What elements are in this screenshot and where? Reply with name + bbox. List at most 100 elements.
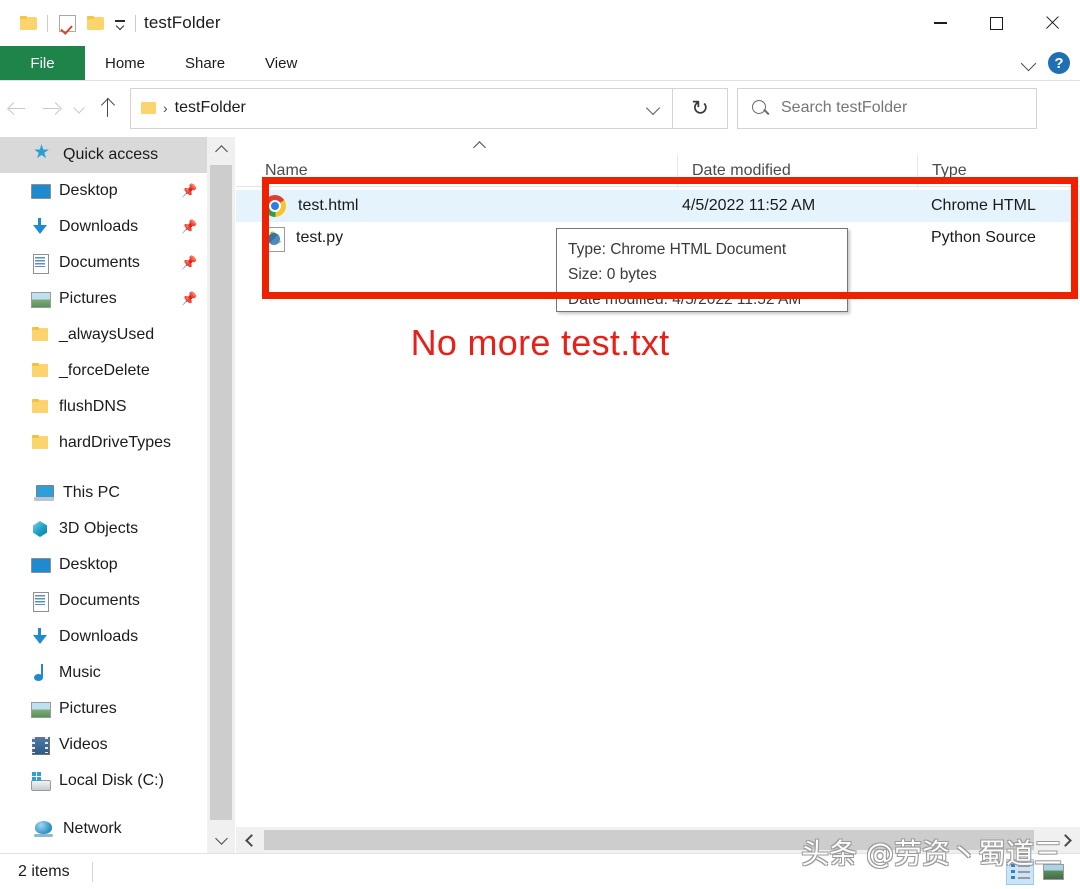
column-header-date-modified[interactable]: Date modified: [677, 154, 917, 187]
download-icon: [30, 217, 50, 237]
sidebar-item-pc-desktop[interactable]: Desktop: [0, 547, 207, 583]
sidebar-item-this-pc[interactable]: This PC: [0, 475, 207, 511]
sidebar-item-pc-documents[interactable]: Documents: [0, 583, 207, 619]
item-count-label: 2 items: [18, 862, 70, 880]
download-icon: [30, 627, 50, 647]
properties-checkbox-icon[interactable]: [53, 9, 81, 37]
pin-icon[interactable]: 📌: [181, 220, 197, 233]
chrome-icon: [264, 195, 286, 217]
sidebar-item-flushdns[interactable]: flushDNS: [0, 389, 207, 425]
sidebar-item-label: Quick access: [63, 146, 159, 163]
address-dropdown-chevron-down-icon[interactable]: [640, 93, 666, 123]
tooltip-date-line: Date modified: 4/5/2022 11:52 AM: [568, 291, 802, 308]
search-box[interactable]: Search testFolder: [737, 87, 1037, 129]
customize-quick-access-caret-icon[interactable]: [109, 11, 131, 35]
desktop-icon: [30, 181, 51, 201]
tab-view[interactable]: View: [245, 46, 317, 80]
sidebar-item-pc-downloads[interactable]: Downloads: [0, 619, 207, 655]
sidebar-item-pictures[interactable]: Pictures 📌: [0, 281, 207, 317]
help-icon[interactable]: ?: [1048, 52, 1070, 74]
pin-icon[interactable]: 📌: [181, 256, 197, 269]
music-icon: [30, 663, 50, 683]
pictures-icon: [30, 699, 51, 719]
sidebar-item-label: 3D Objects: [59, 520, 139, 537]
sidebar-item-label: Documents: [59, 254, 140, 271]
ribbon-tabs: File Home Share View ?: [0, 46, 1080, 80]
navigation-pane[interactable]: Quick access Desktop 📌 Downloads 📌 Docum…: [0, 137, 207, 853]
window-title: testFolder: [144, 13, 221, 32]
file-type: Chrome HTML: [931, 197, 1036, 214]
3d-objects-icon: [30, 519, 50, 539]
refresh-button[interactable]: ↻: [673, 87, 728, 129]
new-folder-icon[interactable]: [81, 9, 109, 37]
breadcrumb-folder-icon: [141, 101, 157, 115]
sidebar-item-desktop[interactable]: Desktop 📌: [0, 173, 207, 209]
file-tooltip: Type: Chrome HTML Document Size: 0 bytes…: [556, 228, 848, 312]
expand-ribbon-chevron-down-icon[interactable]: [1014, 48, 1044, 78]
file-type: Python Source: [931, 229, 1036, 246]
minimize-button[interactable]: [912, 0, 968, 46]
address-bar[interactable]: › testFolder: [130, 87, 673, 129]
tab-share[interactable]: Share: [165, 46, 245, 80]
file-name-cell[interactable]: test.html: [236, 195, 677, 217]
sidebar-item-label: flushDNS: [59, 398, 127, 415]
back-button[interactable]: [0, 91, 34, 125]
forward-button[interactable]: [34, 91, 68, 125]
tab-file[interactable]: File: [0, 46, 85, 80]
tab-home[interactable]: Home: [85, 46, 165, 80]
ribbon-right-controls: ?: [1014, 46, 1080, 80]
close-button[interactable]: [1024, 0, 1080, 46]
column-headers: Name Date modified Type: [236, 154, 1080, 187]
desktop-icon: [30, 555, 51, 575]
pictures-icon: [30, 289, 51, 309]
sidebar-item-label: Music: [59, 664, 101, 681]
sidebar-item-label: Videos: [59, 736, 108, 753]
status-divider: [91, 861, 93, 882]
tooltip-size-line: Size: 0 bytes: [568, 266, 657, 283]
breadcrumb-current-folder[interactable]: testFolder: [175, 99, 246, 117]
sidebar-item-videos[interactable]: Videos: [0, 727, 207, 763]
file-date-modified: 4/5/2022 11:52 AM: [682, 197, 816, 214]
folder-icon: [30, 361, 50, 381]
sidebar-item-label: Desktop: [59, 556, 118, 573]
title-bar: testFolder: [0, 0, 1080, 46]
sort-ascending-icon: [473, 141, 487, 151]
sidebar-item-label: Network: [63, 820, 122, 837]
column-header-name[interactable]: Name: [236, 155, 677, 187]
sidebar-item-quick-access[interactable]: Quick access: [0, 137, 207, 173]
quick-access-toolbar: testFolder: [0, 9, 221, 37]
sidebar-item-pc-pictures[interactable]: Pictures: [0, 691, 207, 727]
sidebar-item-music[interactable]: Music: [0, 655, 207, 691]
toolbar-divider: [47, 14, 48, 32]
pin-icon[interactable]: 📌: [181, 292, 197, 305]
python-file-icon: [264, 226, 285, 252]
sidebar-item-label: hardDriveTypes: [59, 434, 172, 451]
sidebar-item-harddrivetypes[interactable]: hardDriveTypes: [0, 425, 207, 461]
scroll-up-arrow-icon[interactable]: [207, 137, 235, 162]
sidebar-item-3d-objects[interactable]: 3D Objects: [0, 511, 207, 547]
sidebar-item-label: This PC: [63, 484, 120, 501]
sidebar-item-documents[interactable]: Documents 📌: [0, 245, 207, 281]
column-header-type[interactable]: Type: [917, 154, 1080, 187]
scrollbar-thumb[interactable]: [210, 165, 232, 820]
folder-icon: [30, 397, 50, 417]
file-name: test.html: [298, 197, 359, 214]
scroll-left-arrow-icon[interactable]: [236, 827, 262, 853]
tooltip-type-line: Type: Chrome HTML Document: [568, 241, 787, 258]
maximize-button[interactable]: [968, 0, 1024, 46]
sidebar-item-downloads[interactable]: Downloads 📌: [0, 209, 207, 245]
sidebar-item-local-disk-c[interactable]: Local Disk (C:): [0, 763, 207, 799]
scroll-down-arrow-icon[interactable]: [207, 828, 235, 853]
sidebar-item-label: Downloads: [59, 628, 139, 645]
search-icon: [752, 99, 769, 117]
sidebar-item-network[interactable]: Network: [0, 811, 207, 847]
search-placeholder: Search testFolder: [781, 99, 908, 116]
table-row[interactable]: test.html 4/5/2022 11:52 AM Chrome HTML: [236, 190, 1080, 222]
explorer-folder-icon: [14, 9, 42, 37]
up-button[interactable]: [90, 91, 124, 125]
pin-icon[interactable]: 📌: [181, 184, 197, 197]
breadcrumb-separator: ›: [163, 100, 168, 116]
navigation-pane-scrollbar[interactable]: [207, 137, 235, 853]
recent-locations-chevron-down-icon[interactable]: [68, 93, 90, 123]
address-bar-row: › testFolder ↻ Search testFolder: [0, 81, 1080, 135]
